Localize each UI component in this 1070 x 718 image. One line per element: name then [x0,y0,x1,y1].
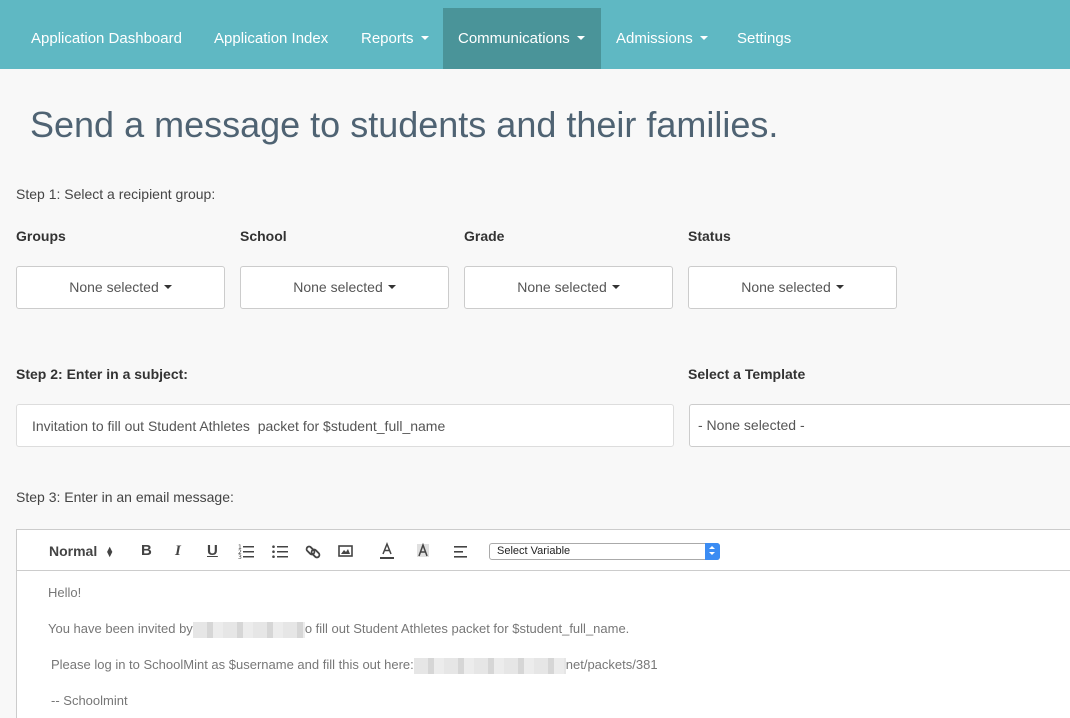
step2-label: Step 2: Enter in a subject: [16,366,188,382]
template-label: Select a Template [688,366,806,382]
variable-select[interactable]: Select Variable [489,543,720,560]
dropdown-value: None selected [293,279,383,295]
step3-label: Step 3: Enter in an email message: [16,489,234,505]
caret-down-icon [611,285,620,290]
bold-button[interactable]: B [141,541,152,561]
format-select[interactable]: Normal ▲ ▼ [49,541,114,561]
caret-down-icon [576,36,585,41]
message-text: You have been invited by [48,621,193,636]
underline-button[interactable]: U [207,541,218,561]
nav-reports[interactable]: Reports [346,8,444,69]
groups-dropdown[interactable]: None selected [16,266,225,309]
template-value: - None selected - [698,417,805,433]
grade-dropdown[interactable]: None selected [464,266,673,309]
template-select[interactable]: - None selected - [689,404,1070,447]
svg-text:3: 3 [238,554,242,561]
dropdown-value: None selected [69,279,159,295]
ordered-list-button[interactable]: 123 [238,541,254,561]
caret-down-icon [835,285,844,290]
nav-label: Reports [361,30,414,47]
grade-label: Grade [464,228,505,244]
subject-input[interactable] [16,404,674,447]
link-button[interactable] [305,541,321,561]
variable-select-value: Select Variable [497,545,571,557]
format-value: Normal [49,543,98,559]
message-text: o fill out Student Athletes packet for $… [304,621,630,636]
groups-label: Groups [16,228,66,244]
caret-down-icon [163,285,172,290]
caret-down-icon [387,285,396,290]
bold-icon: B [141,542,152,559]
text-color-icon [380,541,394,559]
message-line-greeting: Hello! [48,585,82,600]
email-editor: Normal▲▼ B I U 123 Select Variable Hel [16,529,1070,718]
background-color-button[interactable] [415,541,431,561]
nav-communications[interactable]: Communications [443,8,601,69]
dropdown-value: None selected [517,279,607,295]
align-left-icon [454,546,467,558]
status-dropdown[interactable]: None selected [688,266,897,309]
school-dropdown[interactable]: None selected [240,266,449,309]
text-color-button[interactable] [379,541,395,561]
status-label: Status [688,228,731,244]
underline-icon: U [207,542,218,559]
align-button[interactable] [453,541,469,561]
redacted-text [413,657,566,674]
nav-settings[interactable]: Settings [722,8,806,69]
italic-button[interactable]: I [175,541,181,561]
link-icon [305,545,321,559]
message-line-signature: -- Schoolmint [51,693,128,708]
nav-admissions[interactable]: Admissions [601,8,723,69]
dropdown-value: None selected [741,279,831,295]
italic-icon: I [175,543,181,559]
step1-label: Step 1: Select a recipient group: [16,186,216,202]
message-line-login: Please log in to SchoolMint as $username… [51,657,658,674]
nav-application-index[interactable]: Application Index [199,8,343,69]
image-icon [338,545,353,557]
caret-down-icon [699,36,708,41]
caret-down-icon [420,36,429,41]
nav-label: Application Dashboard [31,30,182,47]
updown-icon: ▲ ▼ [105,544,115,560]
nav-label: Settings [737,30,792,47]
message-text: net/packets/381 [565,657,658,672]
ordered-list-icon: 123 [238,544,254,561]
message-line-invite: You have been invited by o fill out Stude… [48,621,629,638]
bullet-list-icon [272,545,288,558]
bullet-list-button[interactable] [272,541,288,561]
nav-label: Communications [458,30,570,47]
background-color-icon [417,542,429,557]
image-button[interactable] [338,541,354,561]
school-label: School [240,228,287,244]
select-updown-icon [705,543,720,560]
nav-label: Application Index [214,30,329,47]
message-text: Please log in to SchoolMint as $username… [51,657,414,672]
page-title: Send a message to students and their fam… [30,104,779,145]
nav-label: Admissions [616,30,693,47]
editor-toolbar: Normal ▲ ▼ B I U 123 Select Variable [17,530,1070,571]
top-navbar: Application Dashboard Application Index … [0,0,1070,69]
nav-application-dashboard[interactable]: Application Dashboard [16,8,197,69]
redacted-text [192,621,305,638]
